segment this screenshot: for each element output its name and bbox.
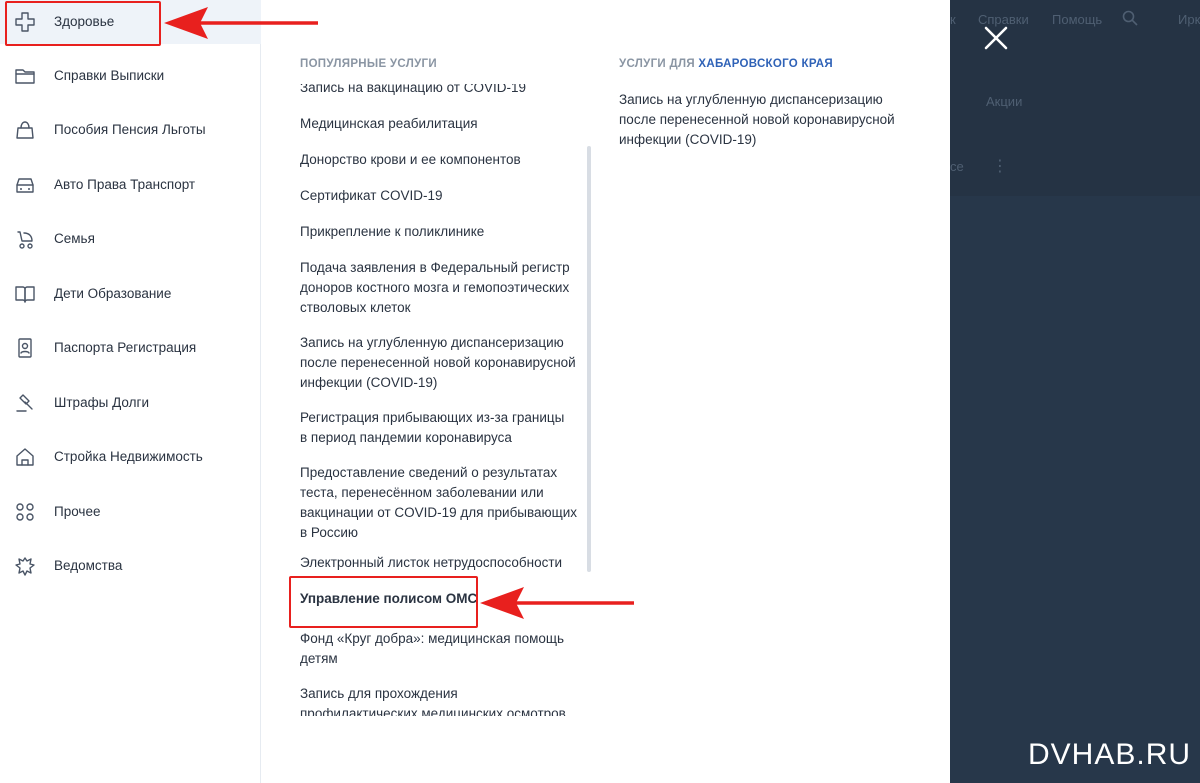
service-link[interactable]: Запись на углубленную диспансеризацию по… [300, 333, 578, 393]
house-icon [16, 448, 34, 466]
watermark: DVHAB.RU [1028, 738, 1192, 771]
background-nav-partial-right: Иркут [1178, 12, 1200, 27]
sidebar-item[interactable]: Стройка Недвижимость [0, 435, 261, 479]
gavel-icon [16, 394, 33, 412]
annotation-box-health [5, 1, 161, 46]
sidebar-item[interactable]: Штрафы Долги [0, 381, 261, 425]
background-nav-partial-left: к [950, 12, 956, 27]
services-scrollbar[interactable] [587, 146, 591, 572]
stroller-icon [17, 231, 33, 249]
regional-heading-region: ХАБАРОВСКОГО КРАЯ [698, 58, 833, 70]
annotation-box-oms [289, 576, 478, 628]
service-link[interactable]: Подача заявления в Федеральный регистр д… [300, 258, 572, 318]
sidebar-item[interactable]: Дети Образование [0, 272, 261, 316]
regional-services-heading: УСЛУГИ ДЛЯ ХАБАРОВСКОГО КРАЯ [619, 58, 833, 70]
grid-icon [16, 503, 34, 521]
sidebar-item[interactable]: Прочее [0, 490, 261, 534]
service-link[interactable]: Электронный листок нетрудоспособности [300, 553, 580, 573]
sidebar-item-label: Стройка Недвижимость [54, 449, 203, 464]
sidebar-item-label: Справки Выписки [54, 68, 165, 83]
sidebar-item-label: Ведомства [54, 558, 123, 573]
car-icon [16, 178, 34, 193]
service-link[interactable]: Предоставление сведений о результатах те… [300, 463, 578, 543]
regional-services-list: Запись на углубленную диспансеризацию по… [619, 90, 899, 150]
regional-heading-prefix: УСЛУГИ ДЛЯ [619, 58, 695, 70]
folder-icon [15, 69, 35, 84]
service-link[interactable]: Запись на вакцинацию от COVID-19 [300, 84, 580, 98]
sidebar-item-label: Штрафы Долги [54, 395, 149, 410]
sidebar-item-label: Дети Образование [54, 286, 172, 301]
service-link[interactable]: Прикрепление к поликлинике [300, 222, 580, 242]
background-page: к Справки Помощь Иркут Акции се ⋮ [950, 0, 1200, 783]
book-icon [15, 286, 35, 303]
background-card [950, 196, 1200, 783]
service-link[interactable]: Запись для прохождения профилактических … [300, 684, 578, 716]
background-nav-item: Помощь [1052, 12, 1103, 27]
sidebar-item[interactable]: Справки Выписки [0, 54, 261, 98]
sidebar-item[interactable]: Семья [0, 217, 261, 261]
passport-icon [18, 338, 32, 358]
sidebar-item[interactable]: Пособия Пенсия Льготы [0, 108, 261, 152]
sidebar-item-label: Прочее [54, 504, 101, 519]
close-icon[interactable] [982, 24, 1010, 52]
background-partial-text: се [950, 159, 964, 174]
search-icon [1122, 10, 1138, 26]
wallet-icon [16, 121, 34, 139]
coat-of-arms-icon [15, 557, 35, 576]
sidebar-item-label: Пособия Пенсия Льготы [54, 122, 206, 137]
sidebar-item-label: Паспорта Регистрация [54, 340, 197, 355]
sidebar-item[interactable]: Авто Права Транспорт [0, 163, 261, 207]
regional-service-link[interactable]: Запись на углубленную диспансеризацию по… [619, 90, 899, 150]
sidebar-item[interactable]: Паспорта Регистрация [0, 326, 261, 370]
service-link[interactable]: Регистрация прибывающих из-за границы в … [300, 408, 572, 448]
sidebar-item[interactable]: Ведомства [0, 544, 261, 588]
category-sidebar: Здоровье Справки Выписки Пособия Пенсия Ль… [0, 0, 261, 783]
service-link[interactable]: Фонд «Круг добра»: медицинская помощь де… [300, 629, 570, 669]
annotation-arrow-oms [480, 587, 634, 619]
annotation-arrow-health [164, 7, 318, 39]
service-link[interactable]: Сертификат COVID-19 [300, 186, 580, 206]
service-link[interactable]: Медицинская реабилитация [300, 114, 580, 134]
sidebar-item-label: Семья [54, 231, 95, 246]
sidebar-item-label: Авто Права Транспорт [54, 177, 196, 192]
popular-services-heading: ПОПУЛЯРНЫЕ УСЛУГИ [300, 58, 437, 70]
more-vertical-icon: ⋮ [992, 158, 1008, 175]
service-link[interactable]: Донорство крови и ее компонентов [300, 150, 580, 170]
background-promo-label: Акции [986, 94, 1023, 109]
